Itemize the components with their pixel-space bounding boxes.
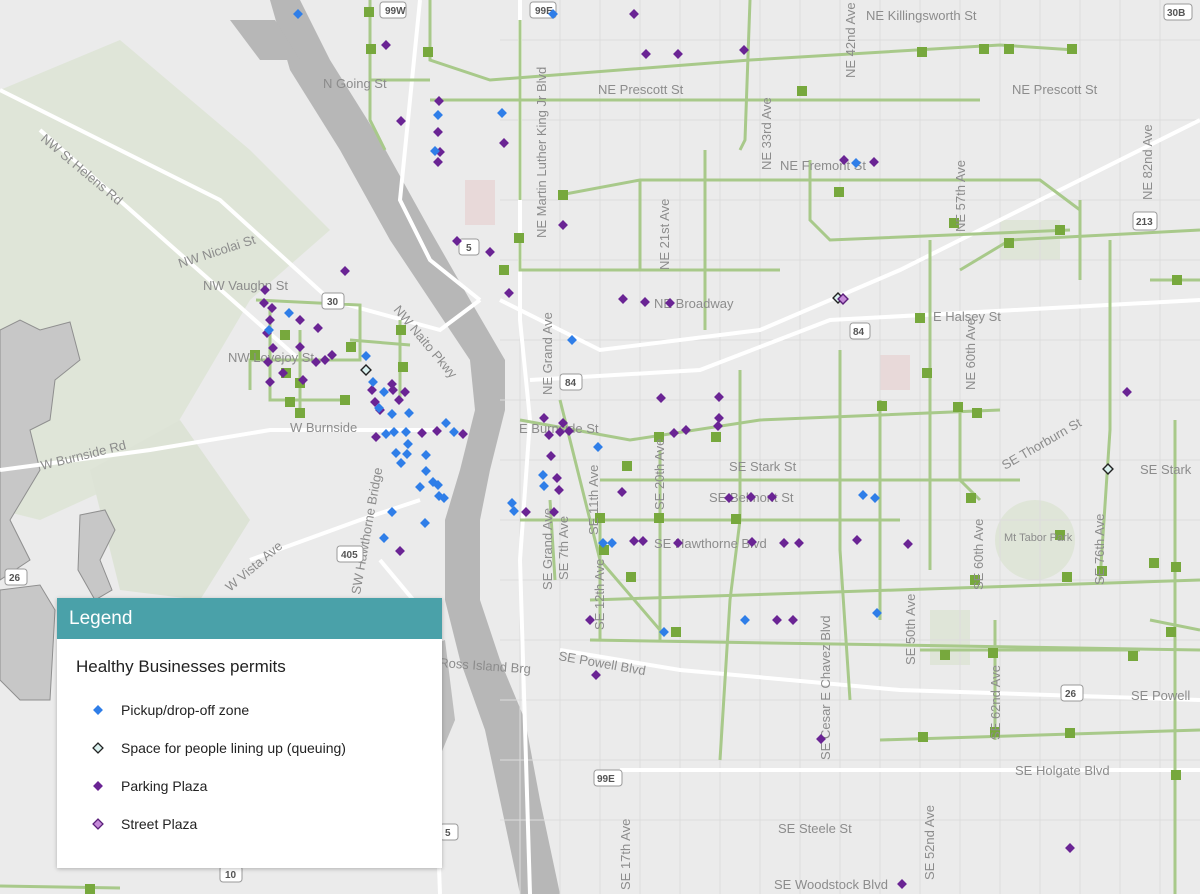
svg-text:84: 84 <box>853 327 865 338</box>
highway-shield: 30 <box>321 292 345 310</box>
legend-subtitle: Healthy Businesses permits <box>76 657 286 676</box>
street-label: SE 11th Ave <box>586 465 601 535</box>
highway-shield: 405 <box>336 545 364 563</box>
street-label: SE Woodstock Blvd <box>774 877 888 892</box>
svg-text:99W: 99W <box>385 6 406 17</box>
street-label: NE 42nd Ave <box>843 2 858 78</box>
street-label: SE 7th Ave <box>556 516 571 580</box>
svg-text:26: 26 <box>1065 689 1077 700</box>
street-label: SE 20th Ave <box>652 439 667 510</box>
street-label: SE Stark St <box>729 459 797 474</box>
street-label: NE 57th Ave <box>953 160 968 232</box>
legend-panel: Legend Healthy Businesses permits Pickup… <box>57 598 442 868</box>
street-label: SE Grand Ave <box>540 508 555 590</box>
legend-label: Parking Plaza <box>121 778 208 794</box>
highway-shield: 5 <box>458 238 480 256</box>
street-label: SE Stark <box>1140 462 1192 477</box>
svg-text:213: 213 <box>1136 217 1153 228</box>
highway-shield: 26 <box>4 568 28 586</box>
legend-label: Space for people lining up (queuing) <box>121 740 346 756</box>
street-label: NE Fremont St <box>780 158 866 173</box>
street-label: SE 52nd Ave <box>922 805 937 880</box>
park-area <box>465 180 495 225</box>
street-label: SE 17th Ave <box>618 819 633 890</box>
legend-label: Street Plaza <box>121 816 198 832</box>
pink-diamond-icon <box>92 818 104 830</box>
highway-shield: 84 <box>559 373 583 391</box>
street-label: NW Vaughn St <box>203 278 288 293</box>
street-label: SE 50th Ave <box>903 594 918 665</box>
legend-item-parking-plaza: Parking Plaza <box>57 767 442 805</box>
svg-text:26: 26 <box>9 573 21 584</box>
street-label: NE Prescott St <box>1012 82 1098 97</box>
highway-shield: 5 <box>439 823 459 841</box>
outlined-diamond-icon <box>92 742 104 754</box>
street-label: N Going St <box>323 76 387 91</box>
svg-text:10: 10 <box>225 870 237 881</box>
highway-shield: 99W <box>379 1 407 19</box>
city-boundary-area <box>0 584 56 701</box>
highway-shield: 26 <box>1060 684 1084 702</box>
street-label: NE Grand Ave <box>540 312 555 395</box>
highway-shield: 84 <box>849 322 871 340</box>
legend-label: Pickup/drop-off zone <box>121 702 250 718</box>
street-label: NE 60th Ave <box>963 318 978 390</box>
street-label: NE Prescott St <box>598 82 684 97</box>
legend-item-pickup: Pickup/drop-off zone <box>57 691 442 729</box>
street-label: NE Martin Luther King Jr Blvd <box>534 67 549 238</box>
highway-shield: 99E <box>593 769 623 787</box>
street-label: SE Powell <box>1131 688 1190 703</box>
street-label: SE Holgate Blvd <box>1015 763 1110 778</box>
svg-text:5: 5 <box>466 243 472 254</box>
legend-list: Pickup/drop-off zone Space for people li… <box>57 691 442 843</box>
legend-item-queuing: Space for people lining up (queuing) <box>57 729 442 767</box>
svg-text:30B: 30B <box>1167 8 1185 19</box>
purple-diamond-icon <box>93 781 103 791</box>
highway-shield: 213 <box>1132 211 1158 231</box>
street-label: SE 62nd Ave <box>988 665 1003 740</box>
svg-text:84: 84 <box>565 378 577 389</box>
street-label: Mt Tabor Park <box>1004 532 1073 544</box>
street-label: NE 33rd Ave <box>759 97 774 170</box>
street-label: SE Steele St <box>778 821 852 836</box>
legend-title: Legend <box>57 598 442 639</box>
street-label: SE 76th Ave <box>1092 514 1107 585</box>
svg-text:99E: 99E <box>597 774 615 785</box>
highway-shield: 10 <box>219 865 243 883</box>
legend-item-street-plaza: Street Plaza <box>57 805 442 843</box>
highway-shield: 30B <box>1163 3 1193 21</box>
park-area <box>880 355 910 390</box>
street-label: NE Killingsworth St <box>866 8 977 23</box>
blue-diamond-icon <box>93 705 103 715</box>
street-label: NE 21st Ave <box>657 199 672 270</box>
svg-text:405: 405 <box>341 550 358 561</box>
svg-text:5: 5 <box>445 828 451 839</box>
svg-text:30: 30 <box>327 297 339 308</box>
street-label: W Burnside <box>290 420 357 435</box>
street-label: NE 82nd Ave <box>1140 124 1155 200</box>
street-label: SE 60th Ave <box>971 519 986 590</box>
